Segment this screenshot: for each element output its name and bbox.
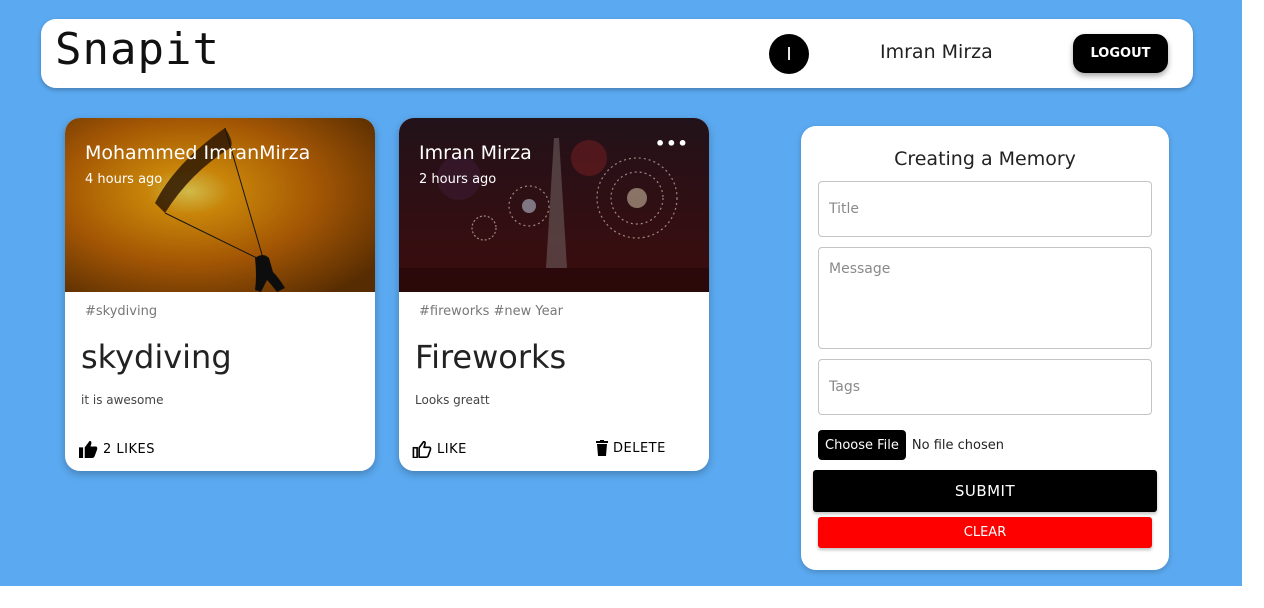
user-name: Imran Mirza: [880, 41, 993, 63]
like-label: LIKE: [437, 441, 467, 457]
delete-label: DELETE: [613, 440, 666, 456]
brand-logo[interactable]: Snapit: [55, 21, 220, 79]
like-button[interactable]: 2 LIKES: [78, 440, 155, 458]
post-message: it is awesome: [81, 393, 164, 407]
post-time: 4 hours ago: [85, 172, 163, 187]
submit-button[interactable]: SUBMIT: [813, 470, 1157, 512]
like-button[interactable]: LIKE: [412, 440, 467, 458]
file-status: No file chosen: [911, 437, 1004, 453]
thumb-up-outline-icon: [412, 440, 432, 458]
post-message: Looks greatt: [415, 393, 490, 407]
message-input[interactable]: [818, 247, 1152, 349]
post-tags: #fireworks #new Year: [419, 304, 563, 319]
post-title: Fireworks: [415, 338, 567, 376]
post-card: Mohammed ImranMirza 4 hours ago #skydivi…: [65, 118, 375, 471]
trash-icon: [596, 440, 608, 456]
post-time: 2 hours ago: [419, 172, 497, 187]
tags-input[interactable]: [818, 359, 1152, 415]
app-bar: Snapit I Imran Mirza LOGOUT: [41, 19, 1193, 88]
post-author: Imran Mirza: [419, 142, 532, 164]
like-label: 2 LIKES: [103, 441, 155, 457]
post-title: skydiving: [81, 338, 232, 376]
choose-file-button[interactable]: Choose File: [818, 430, 906, 460]
avatar[interactable]: I: [769, 34, 809, 74]
logout-button[interactable]: LOGOUT: [1073, 34, 1168, 73]
more-horizontal-icon[interactable]: •••: [655, 134, 688, 154]
title-input[interactable]: [818, 181, 1152, 237]
post-tags: #skydiving: [85, 304, 158, 319]
form-heading: Creating a Memory: [894, 148, 1076, 170]
thumb-up-filled-icon: [79, 440, 98, 458]
delete-button[interactable]: DELETE: [596, 440, 666, 456]
post-author: Mohammed ImranMirza: [85, 142, 311, 164]
clear-button[interactable]: CLEAR: [818, 517, 1152, 548]
file-upload: Choose File No file chosen: [818, 430, 1004, 460]
create-memory-form: Creating a Memory Choose File No file ch…: [801, 126, 1169, 570]
post-card: Imran Mirza 2 hours ago ••• #fireworks #…: [399, 118, 709, 471]
